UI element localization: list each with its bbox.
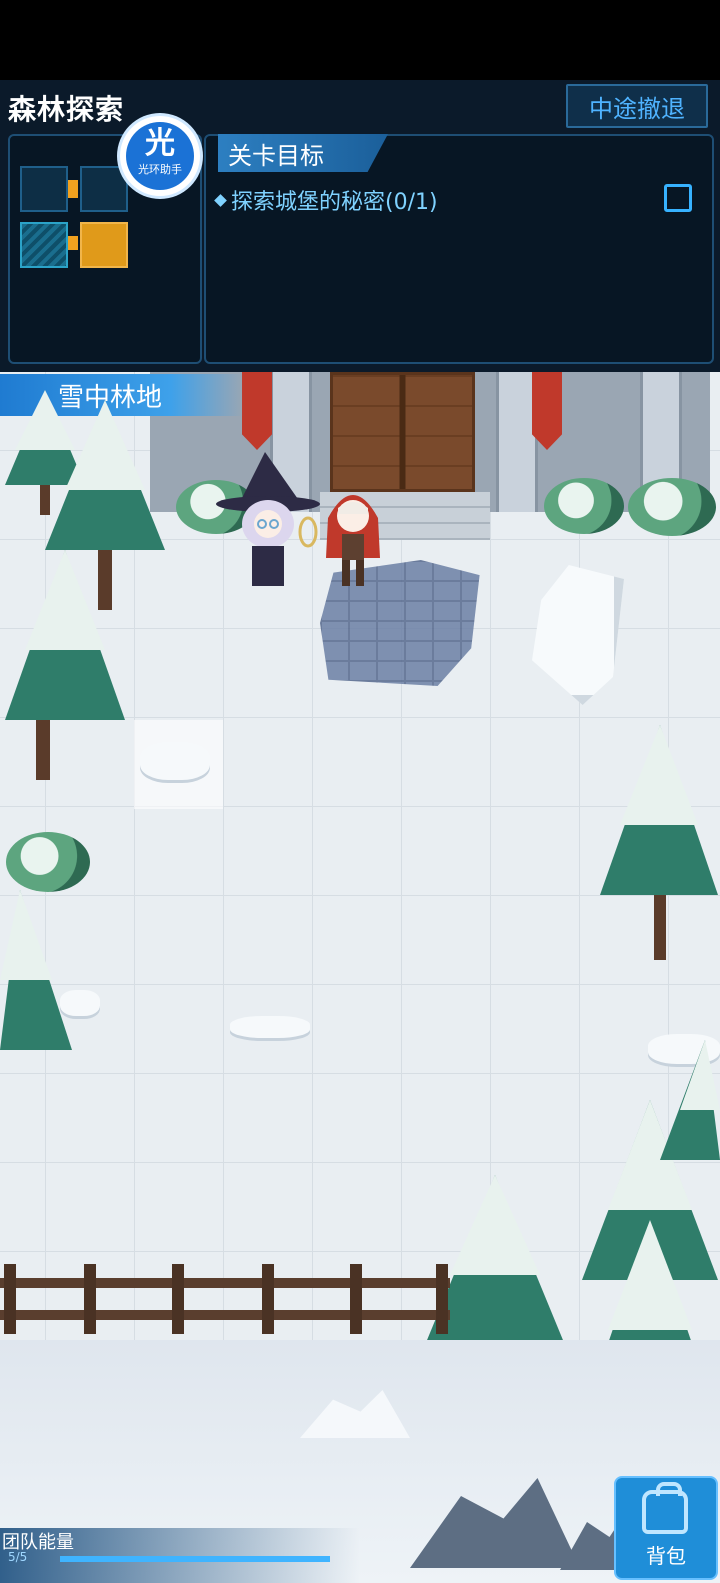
page-title: 森林探索 — [8, 93, 125, 126]
assistant-button[interactable]: 光 光环助手 — [120, 116, 200, 196]
bag-button[interactable]: 背包 — [614, 1476, 718, 1580]
pine-tree — [5, 550, 125, 780]
red-hood-character[interactable] — [318, 478, 388, 590]
fence-post — [4, 1264, 16, 1334]
minimap-connector — [68, 236, 78, 250]
castle-banner — [242, 372, 272, 450]
pine-tree — [660, 1040, 720, 1160]
bullet-icon — [214, 193, 227, 207]
assistant-label: 光环助手 — [138, 163, 182, 176]
witch-character[interactable] — [210, 452, 325, 592]
assistant-icon: 光 — [145, 126, 175, 161]
team-energy: 团队能量 5/5 — [0, 1528, 360, 1583]
backpack-icon — [642, 1482, 688, 1534]
objective-tab: 关卡目标 — [218, 134, 388, 172]
fence-post — [172, 1264, 184, 1334]
minimap-room-target — [80, 222, 128, 268]
objective-checkbox — [664, 184, 692, 212]
energy-bar-fill — [60, 1556, 330, 1562]
bush — [628, 478, 716, 536]
bag-label: 背包 — [646, 1544, 686, 1568]
objective-text: 探索城堡的秘密(0/1) — [231, 190, 438, 215]
minimap-connector — [68, 180, 78, 198]
bush — [6, 832, 90, 892]
minimap-room-current — [20, 222, 68, 268]
fence-rail — [0, 1278, 450, 1288]
energy-bar — [60, 1556, 330, 1562]
castle-door[interactable] — [330, 372, 475, 492]
retreat-button[interactable]: 中途撤退 — [566, 84, 708, 128]
snow-patch — [230, 1016, 310, 1038]
fence-post — [350, 1264, 362, 1334]
pine-tree — [0, 890, 72, 1050]
objective-item: 探索城堡的秘密(0/1) — [214, 184, 438, 216]
status-bar-area — [0, 0, 720, 80]
bush — [544, 478, 624, 534]
castle-pillar — [496, 372, 538, 512]
fence-rail — [0, 1310, 450, 1320]
energy-value: 5/5 — [8, 1550, 28, 1564]
snow-patch — [140, 742, 210, 780]
wooden-fence — [0, 1264, 450, 1334]
fence-post — [262, 1264, 274, 1334]
fence-post — [436, 1264, 448, 1334]
pine-tree — [600, 725, 718, 960]
fence-post — [84, 1264, 96, 1334]
minimap-room — [80, 166, 128, 212]
minimap-room — [20, 166, 68, 212]
castle-banner — [532, 372, 562, 450]
